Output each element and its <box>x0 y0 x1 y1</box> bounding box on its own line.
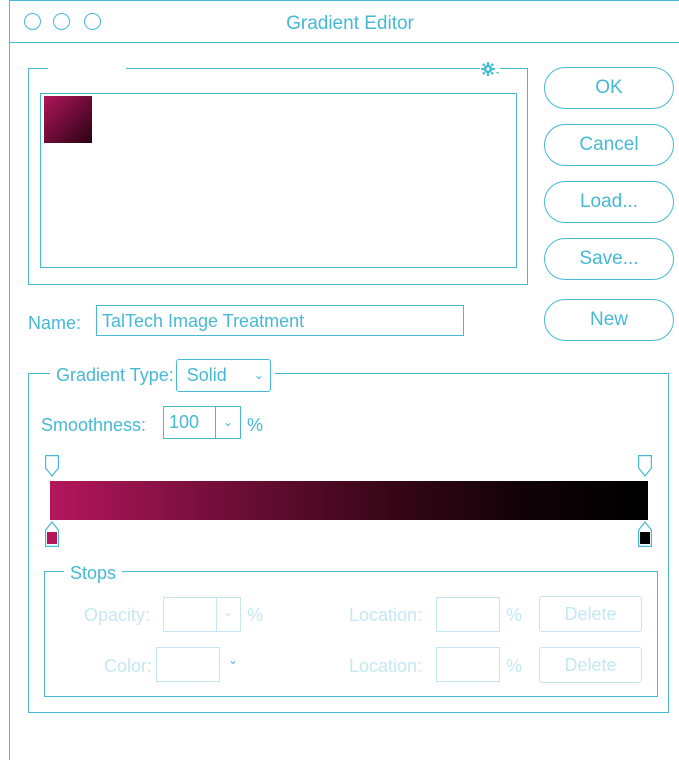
name-field[interactable]: TalTech Image Treatment <box>96 305 464 336</box>
cancel-button[interactable]: Cancel <box>544 124 674 166</box>
chevron-down-icon[interactable]: ⌄ <box>228 653 238 667</box>
presets-list <box>40 93 517 268</box>
opacity-location-field[interactable] <box>436 597 500 632</box>
opacity-location-label: Location: <box>349 605 423 625</box>
smoothness-unit: % <box>247 415 264 435</box>
color-stop-right[interactable] <box>638 521 652 547</box>
opacity-location-unit: % <box>506 605 523 625</box>
color-location-unit: % <box>506 656 523 676</box>
color-label: Color: <box>104 656 153 676</box>
gradient-type-select[interactable]: Solid ⌄ <box>175 358 271 392</box>
load-button[interactable]: Load... <box>544 181 674 223</box>
chevron-down-icon: ⌄ <box>253 368 264 382</box>
window-title: Gradient Editor <box>286 13 414 34</box>
delete-opacity-stop-button[interactable]: Delete <box>539 596 642 632</box>
color-location-field[interactable] <box>436 647 500 682</box>
opacity-stop-left[interactable] <box>45 455 59 477</box>
chevron-down-icon[interactable]: ⌄ <box>223 605 233 619</box>
chevron-down-icon[interactable]: ⌄ <box>215 407 240 438</box>
color-stop-left[interactable] <box>45 521 59 547</box>
stops-title: Stops <box>64 563 123 584</box>
new-button[interactable]: New <box>544 299 674 341</box>
opacity-combo[interactable]: ⌄ <box>163 597 241 632</box>
smoothness-label: Smoothness: <box>41 415 147 435</box>
opacity-label: Opacity: <box>84 605 151 625</box>
delete-color-stop-button[interactable]: Delete <box>539 647 642 683</box>
titlebar-divider <box>9 42 679 43</box>
gradient-type-row: Gradient Type: Solid ⌄ <box>50 358 275 392</box>
color-swatch-field[interactable] <box>156 647 220 682</box>
smoothness-value: 100 <box>169 412 200 432</box>
gear-icon[interactable] <box>480 61 500 77</box>
color-location-label: Location: <box>349 656 423 676</box>
gradient-bar[interactable] <box>50 481 648 520</box>
save-button[interactable]: Save... <box>544 238 674 280</box>
gradient-type-label: Gradient Type: <box>56 364 174 385</box>
opacity-stop-right[interactable] <box>638 455 652 477</box>
preset-swatch[interactable] <box>44 96 92 143</box>
ok-button[interactable]: OK <box>544 67 674 109</box>
presets-legend <box>48 62 126 74</box>
opacity-unit: % <box>247 605 264 625</box>
name-label: Name: <box>28 313 82 333</box>
smoothness-combo[interactable]: 100 ⌄ <box>163 406 241 439</box>
gradient-type-value: Solid <box>186 364 227 385</box>
